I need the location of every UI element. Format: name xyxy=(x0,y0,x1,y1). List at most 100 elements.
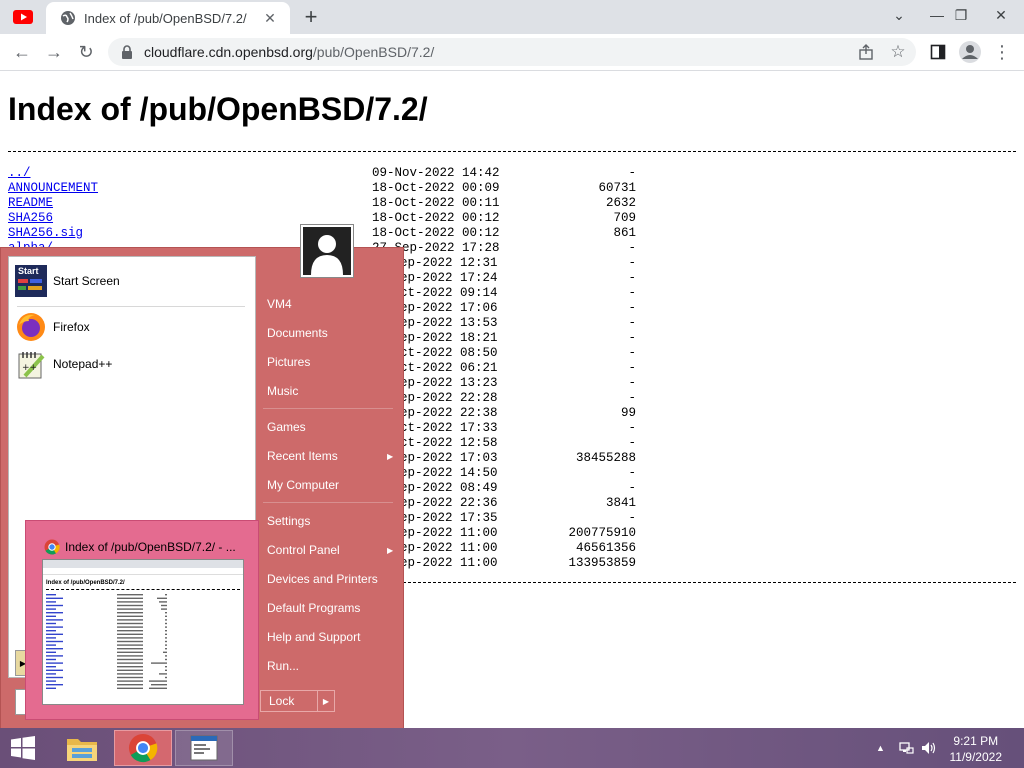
preview-date-line xyxy=(117,619,143,621)
lock-options-arrow-icon[interactable]: ▶ xyxy=(317,690,335,712)
profile-icon[interactable] xyxy=(958,40,982,64)
file-date: ep-2022 11:00 xyxy=(400,556,498,570)
system-clock[interactable]: 9:21 PM 11/9/2022 xyxy=(950,733,1003,765)
file-date: ep-2022 11:00 xyxy=(400,541,498,555)
taskbar-window-app[interactable] xyxy=(175,730,233,766)
preview-thumbnail: Index of /pub/OpenBSD/7.2/ xyxy=(42,559,244,705)
side-panel-icon[interactable] xyxy=(926,40,950,64)
menu-kebab-icon[interactable]: ⋮ xyxy=(990,40,1014,64)
youtube-tab[interactable] xyxy=(10,6,36,28)
preview-link-line xyxy=(46,601,56,603)
preview-date-line xyxy=(117,684,143,686)
program-separator xyxy=(17,306,245,307)
file-date: ep-2022 13:53 xyxy=(400,316,498,330)
file-size: - xyxy=(628,271,636,285)
network-icon[interactable] xyxy=(898,728,914,768)
preview-link-line xyxy=(46,669,63,671)
file-date: ep-2022 17:06 xyxy=(400,301,498,315)
file-link[interactable]: SHA256.sig xyxy=(8,226,83,241)
folder-icon xyxy=(67,739,97,761)
menu-games[interactable]: Games xyxy=(267,420,306,434)
preview-date-line xyxy=(117,615,143,617)
file-size: 709 xyxy=(613,211,636,225)
active-tab[interactable]: Index of /pub/OpenBSD/7.2/ ✕ xyxy=(46,2,290,34)
file-size: 2632 xyxy=(605,196,636,210)
share-icon[interactable] xyxy=(854,40,878,64)
menu-default-programs[interactable]: Default Programs xyxy=(267,601,360,615)
preview-size-line xyxy=(165,666,167,668)
preview-size-line xyxy=(165,612,167,614)
preview-date-line xyxy=(117,658,143,661)
firefox-item[interactable]: Firefox xyxy=(15,311,90,343)
taskbar: ▲ 9:21 PM 11/9/2022 xyxy=(0,728,1024,768)
preview-date-line xyxy=(117,651,143,653)
program-label: Notepad++ xyxy=(53,357,113,371)
start-screen-item[interactable]: Start Start Screen xyxy=(15,265,120,297)
control-panel-arrow-icon: ▶ xyxy=(387,546,394,555)
preview-date-line xyxy=(117,673,143,675)
file-date: ct-2022 06:21 xyxy=(400,361,498,375)
preview-size-line xyxy=(165,658,167,661)
menu-separator xyxy=(263,408,393,409)
menu-control-panel[interactable]: Control Panel xyxy=(267,543,340,557)
file-date: 09-Nov-2022 14:42 xyxy=(372,166,500,180)
menu-help-support[interactable]: Help and Support xyxy=(267,630,360,644)
new-tab-button[interactable]: + xyxy=(298,4,324,30)
preview-size-line xyxy=(159,601,167,603)
menu-music[interactable]: Music xyxy=(267,384,298,398)
preview-size-line xyxy=(165,594,167,596)
file-date: ep-2022 17:35 xyxy=(400,511,498,525)
lock-icon[interactable] xyxy=(120,45,134,59)
address-bar[interactable]: cloudflare.cdn.openbsd.org/pub/OpenBSD/7… xyxy=(108,38,916,66)
file-link[interactable]: README xyxy=(8,196,53,211)
show-hidden-icons-icon[interactable]: ▲ xyxy=(876,728,885,768)
menu-settings[interactable]: Settings xyxy=(267,514,310,528)
back-icon[interactable]: ← xyxy=(10,40,34,64)
file-link[interactable]: SHA256 xyxy=(8,211,53,226)
taskbar-thumbnail-preview[interactable]: Index of /pub/OpenBSD/7.2/ - ... Index o… xyxy=(25,520,259,720)
preview-size-line xyxy=(165,676,167,679)
browser-toolbar: ← → ↻ cloudflare.cdn.openbsd.org/pub/Ope… xyxy=(0,34,1024,71)
restore-icon[interactable]: ❐ xyxy=(944,0,978,30)
reload-icon[interactable]: ↻ xyxy=(74,40,98,64)
preview-date-line xyxy=(117,597,143,599)
preview-size-line xyxy=(159,673,167,675)
start-button[interactable] xyxy=(0,730,46,766)
file-link[interactable]: ANNOUNCEMENT xyxy=(8,181,98,196)
preview-size-line xyxy=(157,597,167,599)
file-size: 133953859 xyxy=(568,556,636,570)
program-label: Start Screen xyxy=(53,274,120,288)
preview-date-line xyxy=(117,669,143,671)
tab-strip: Index of /pub/OpenBSD/7.2/ ✕ + ⌄ — ❐ ✕ xyxy=(0,0,1024,34)
menu-documents[interactable]: Documents xyxy=(267,326,328,340)
top-divider xyxy=(8,151,1016,152)
tab-title: Index of /pub/OpenBSD/7.2/ xyxy=(84,10,247,26)
file-link[interactable]: ../ xyxy=(8,166,31,181)
tab-search-chevron-icon[interactable]: ⌄ xyxy=(882,0,916,30)
lock-button[interactable]: Lock xyxy=(260,690,318,712)
menu-pictures[interactable]: Pictures xyxy=(267,355,310,369)
url-path: /pub/OpenBSD/7.2/ xyxy=(312,44,435,60)
preview-size-line xyxy=(165,648,167,650)
listing-row: README 18-Oct-2022 00:11 2632 xyxy=(8,196,648,211)
file-size: - xyxy=(628,436,636,450)
volume-icon[interactable] xyxy=(920,728,938,768)
user-avatar[interactable] xyxy=(300,224,354,278)
youtube-icon xyxy=(13,10,33,24)
menu-devices-printers[interactable]: Devices and Printers xyxy=(267,572,378,586)
forward-icon[interactable]: → xyxy=(42,40,66,64)
notepadpp-item[interactable]: ++ Notepad++ xyxy=(15,348,112,380)
menu-run[interactable]: Run... xyxy=(267,659,299,673)
preview-date-line xyxy=(117,648,143,650)
menu-recent-items[interactable]: Recent Items xyxy=(267,449,338,463)
taskbar-file-explorer[interactable] xyxy=(53,730,111,766)
taskbar-chrome[interactable] xyxy=(114,730,172,766)
preview-date-line xyxy=(117,662,143,664)
bookmark-star-icon[interactable]: ☆ xyxy=(886,40,910,64)
menu-my-computer[interactable]: My Computer xyxy=(267,478,339,492)
file-date: 18-Oct-2022 00:12 xyxy=(372,226,500,240)
file-size: - xyxy=(628,301,636,315)
menu-vm4[interactable]: VM4 xyxy=(267,297,292,311)
close-tab-icon[interactable]: ✕ xyxy=(260,8,280,28)
close-window-icon[interactable]: ✕ xyxy=(984,0,1018,30)
